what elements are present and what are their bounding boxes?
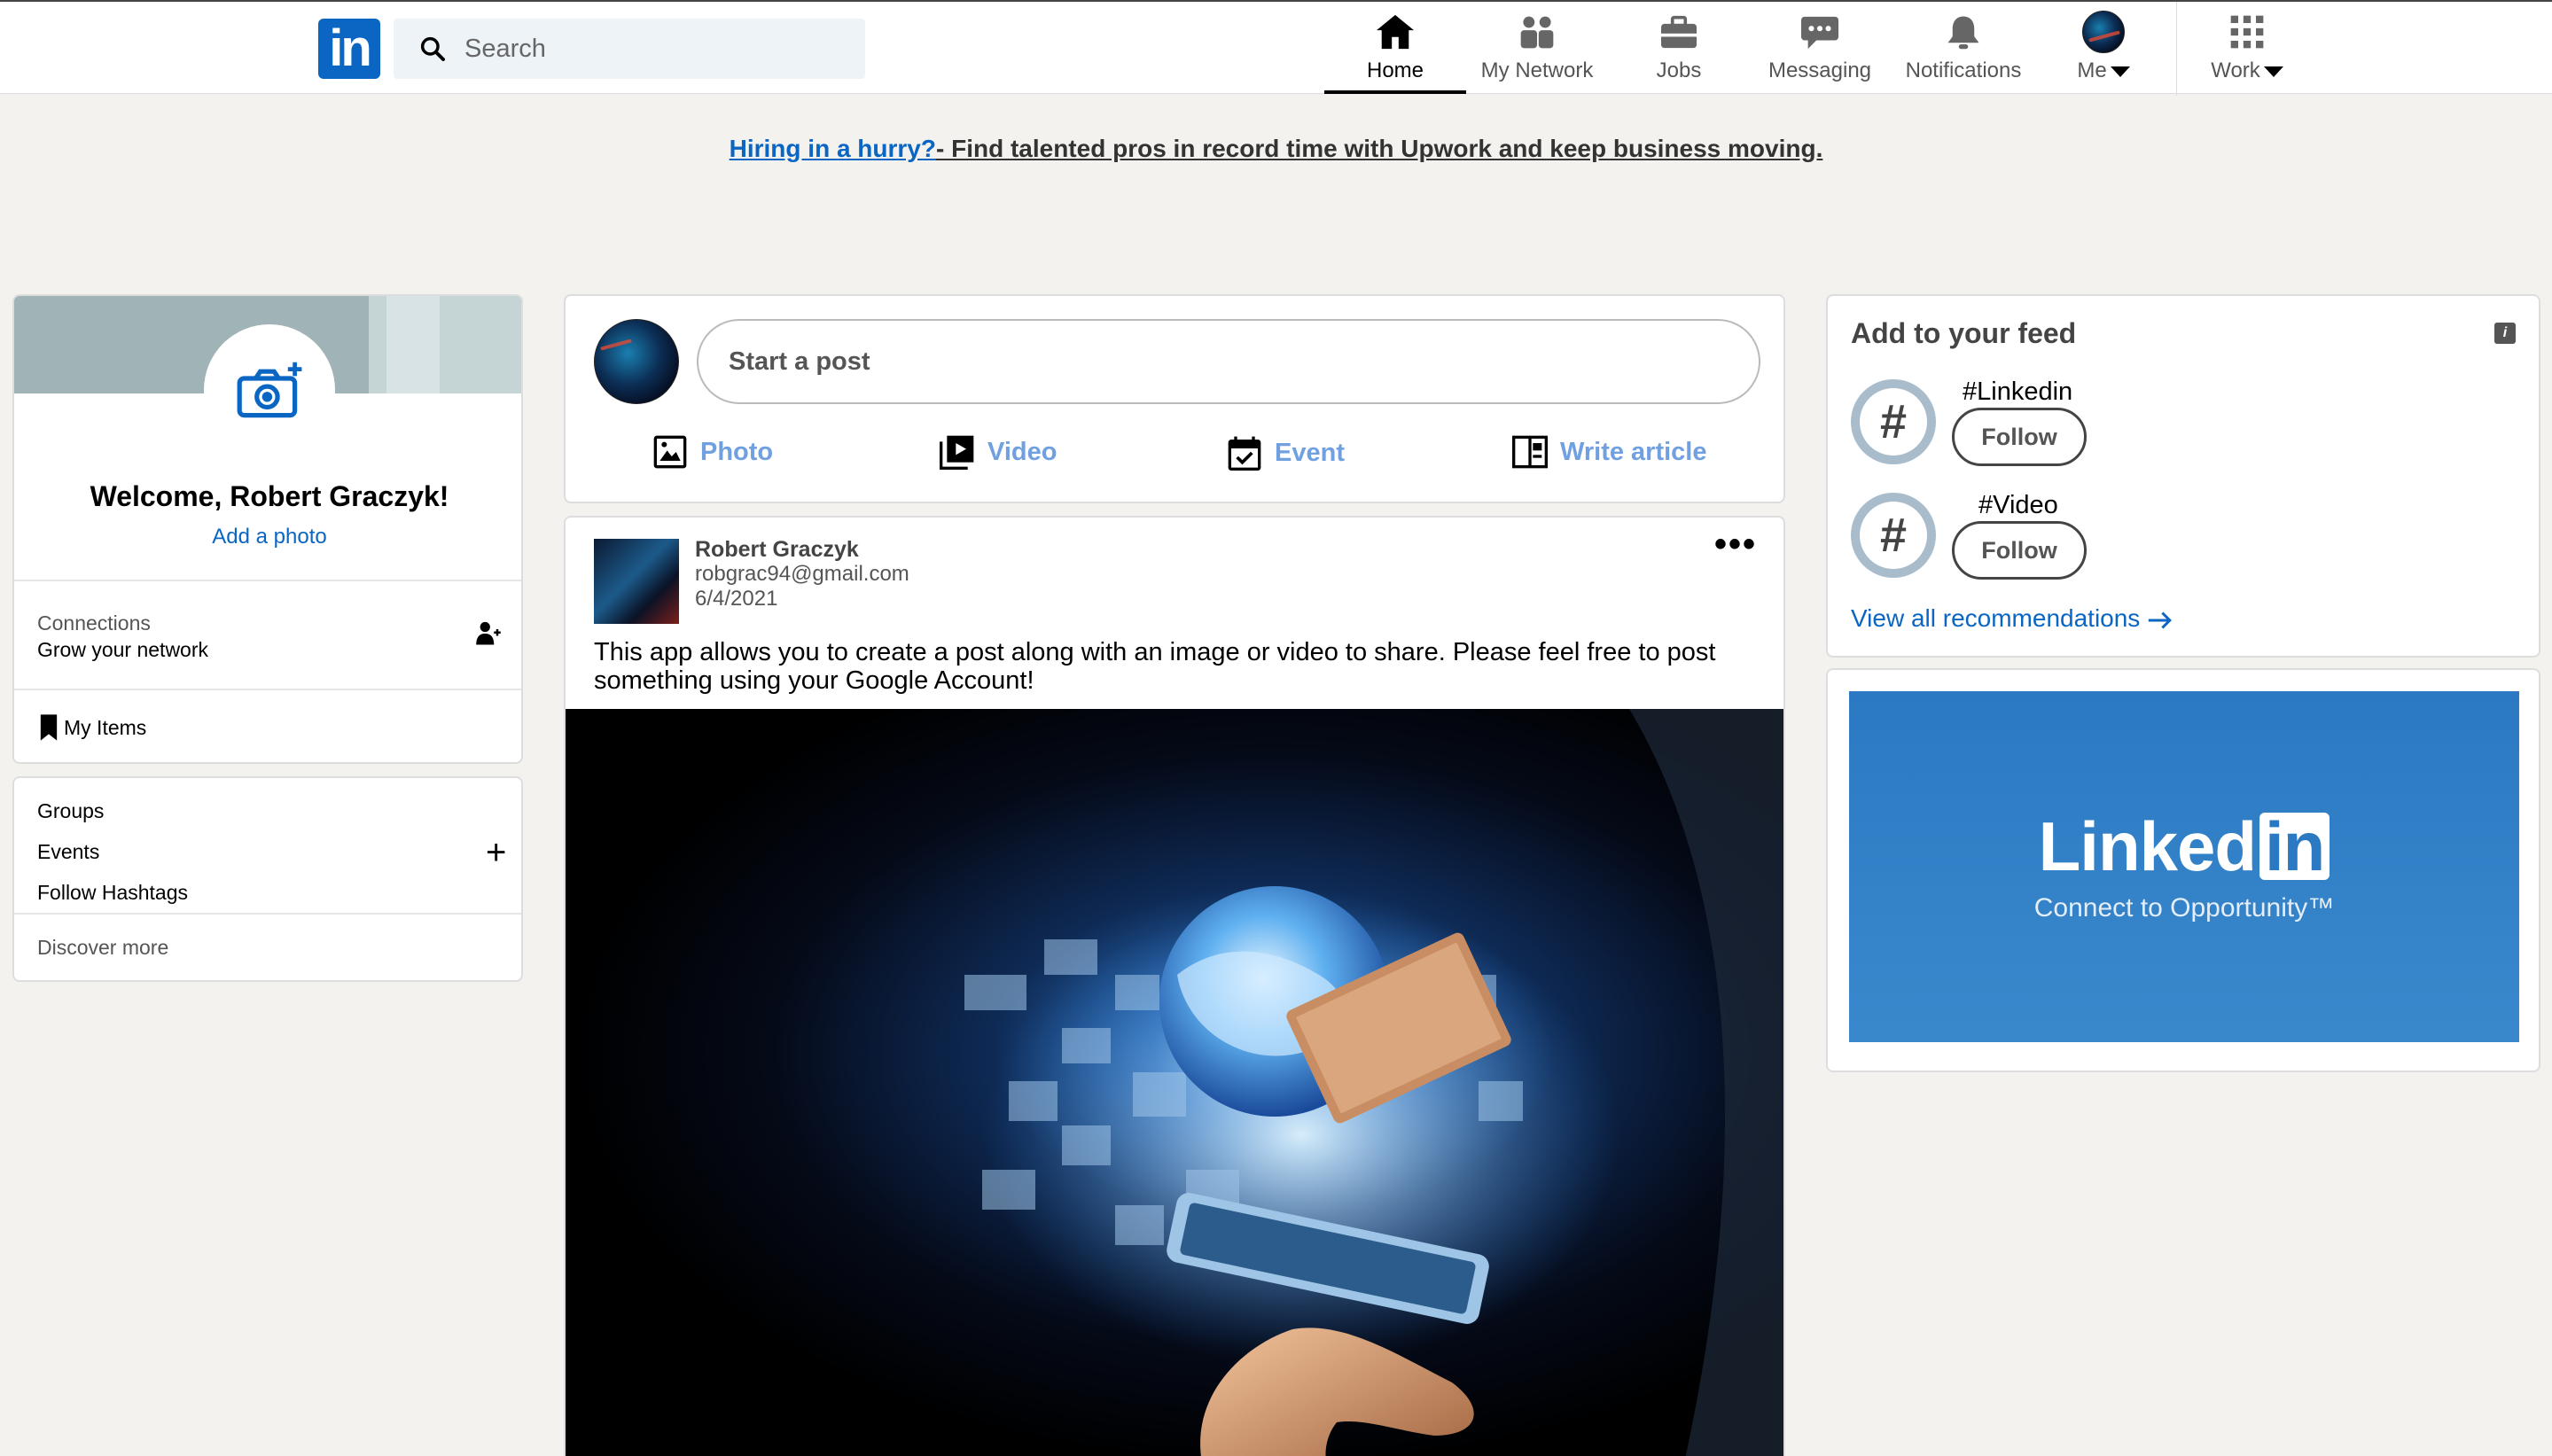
post-author-email: robgrac94@gmail.com [695, 562, 909, 586]
ad-card[interactable]: Linked in Connect to Opportunity™ [1826, 668, 2540, 1072]
nav-notifications-label: Notifications [1905, 58, 2022, 82]
events-link[interactable]: Events [37, 840, 99, 864]
grid-icon [2230, 15, 2264, 49]
nav-messaging[interactable]: Messaging [1758, 9, 1882, 94]
nav-messaging-label: Messaging [1768, 58, 1872, 82]
search-input[interactable] [464, 34, 837, 64]
home-icon [1377, 14, 1414, 50]
welcome-heading: Welcome, Robert Graczyk! [90, 480, 449, 512]
start-post-input[interactable]: Start a post [697, 319, 1760, 404]
my-items-label: My Items [64, 715, 147, 739]
ad-tagline: Connect to Opportunity™ [2033, 893, 2335, 923]
photo-icon [653, 435, 687, 469]
nav-network-label: My Network [1480, 58, 1594, 82]
write-article-label: Write article [1560, 437, 1707, 466]
follow-hashtags-link[interactable]: Follow Hashtags [37, 881, 188, 905]
hashtag-icon: # [1851, 493, 1936, 578]
add-photo-link[interactable]: Add a photo [14, 525, 521, 549]
connections-label[interactable]: Connections [37, 611, 151, 635]
bookmark-icon [40, 714, 58, 741]
write-article-button[interactable]: Write article [1512, 434, 1706, 470]
avatar [2082, 11, 2125, 53]
post-text: This app allows you to create a post alo… [594, 638, 1716, 695]
messaging-icon [1801, 16, 1838, 50]
hashtag-name[interactable]: #Linkedin [1963, 378, 2072, 407]
discover-more-link[interactable]: Discover more [37, 936, 168, 960]
grow-network-link[interactable]: Grow your network [37, 638, 208, 662]
groups-link[interactable]: Groups [37, 799, 104, 823]
ad-banner: Hiring in a hurry?- Find talented pros i… [0, 135, 2552, 163]
network-icon [1520, 16, 1554, 49]
caret-down-icon [2110, 66, 2130, 77]
ad-image[interactable]: Linked in Connect to Opportunity™ [1849, 691, 2519, 1042]
divider [14, 689, 521, 690]
post-image[interactable] [566, 709, 1783, 1456]
divider [14, 913, 521, 915]
plus-icon[interactable]: + [486, 835, 506, 870]
ad-banner-link[interactable]: - Find talented pros in record time with… [936, 135, 1822, 162]
groups-card: Groups Events Follow Hashtags + Discover… [12, 776, 523, 982]
nav-jobs-label: Jobs [1656, 58, 1702, 82]
nav-work-label: Work [2189, 58, 2305, 83]
my-items-link[interactable]: My Items [39, 714, 146, 741]
add-photo-button[interactable] [204, 324, 335, 455]
caret-down-icon [2263, 66, 2283, 77]
nav-me-label: Me [2055, 58, 2152, 83]
nav-my-network[interactable]: My Network [1471, 9, 1604, 94]
video-icon [940, 435, 974, 470]
post-author-avatar[interactable] [594, 539, 679, 624]
top-nav-bar: in Home My Network [0, 0, 2552, 96]
hashtag-name[interactable]: #Video [1978, 491, 2058, 520]
event-button[interactable]: Event [1227, 434, 1345, 471]
info-icon[interactable]: i [2494, 323, 2516, 344]
profile-card: Welcome, Robert Graczyk! Add a photo Con… [12, 294, 523, 764]
photo-button[interactable]: Photo [652, 434, 773, 470]
ad-banner-highlight-link[interactable]: Hiring in a hurry? [730, 135, 936, 162]
briefcase-icon [1661, 15, 1697, 49]
camera-plus-icon [237, 362, 302, 418]
nav-divider [2176, 2, 2177, 96]
add-to-feed-title: Add to your feed [1851, 317, 2077, 349]
more-options-icon[interactable]: ••• [1714, 525, 1757, 564]
add-person-icon[interactable] [475, 619, 502, 648]
hashtag-icon: # [1851, 379, 1936, 464]
linkedin-logo[interactable]: in [318, 19, 380, 79]
calendar-icon [1228, 436, 1261, 471]
nav-home-label: Home [1366, 58, 1424, 82]
follow-button[interactable]: Follow [1952, 521, 2087, 580]
follow-button[interactable]: Follow [1952, 408, 2087, 466]
avatar [594, 319, 679, 404]
view-all-label: View all recommendations [1851, 604, 2141, 632]
divider [14, 580, 521, 581]
search-box[interactable] [394, 19, 865, 79]
video-button[interactable]: Video [940, 434, 1057, 470]
nav-work[interactable]: Work [2189, 9, 2305, 94]
feed-post: Robert Graczyk robgrac94@gmail.com 6/4/2… [564, 516, 1785, 1456]
nav-jobs[interactable]: Jobs [1626, 9, 1732, 94]
arrow-right-icon [2148, 611, 2173, 629]
linkedin-brand-logo: Linked in [1849, 806, 2519, 887]
add-to-feed-card: Add to your feed i # #Linkedin Follow # … [1826, 294, 2540, 658]
post-date: 6/4/2021 [695, 587, 778, 611]
bell-icon [1947, 16, 1979, 50]
event-label: Event [1275, 438, 1345, 467]
view-all-recommendations-link[interactable]: View all recommendations [1851, 604, 2173, 633]
start-post-card: Start a post Photo Video Event Write art… [564, 294, 1785, 503]
video-label: Video [987, 437, 1057, 466]
nav-notifications[interactable]: Notifications [1897, 9, 2030, 94]
post-image-illustration [964, 709, 1783, 1456]
post-author-name[interactable]: Robert Graczyk [695, 537, 859, 563]
photo-label: Photo [700, 437, 774, 466]
nav-home[interactable]: Home [1324, 9, 1466, 94]
nav-me[interactable]: Me [2055, 9, 2152, 94]
search-icon [420, 36, 445, 61]
article-icon [1512, 435, 1548, 469]
